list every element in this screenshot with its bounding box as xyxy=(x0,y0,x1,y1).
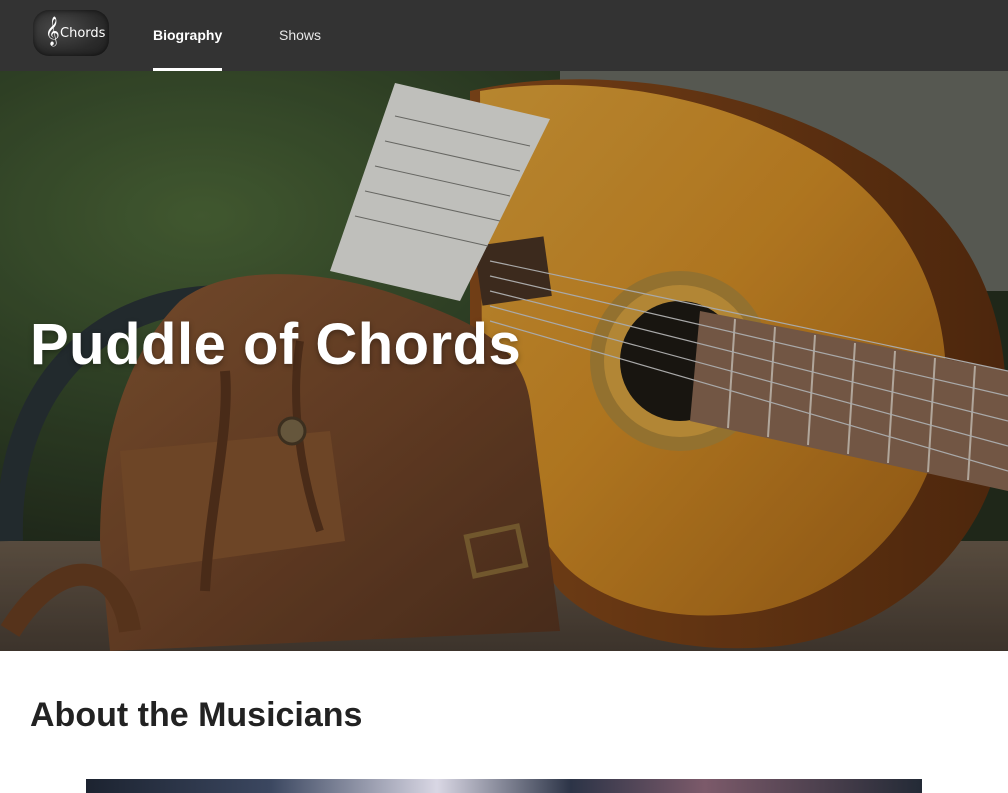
treble-clef-icon: 𝄞 xyxy=(45,16,60,45)
hero-banner: Puddle of Chords xyxy=(0,71,1008,651)
site-logo[interactable]: 𝄞 Chords xyxy=(33,10,109,56)
logo-text: Chords xyxy=(60,26,106,41)
about-section-title: About the Musicians xyxy=(30,696,363,734)
top-nav: 𝄞 Chords Biography Shows xyxy=(0,0,1008,71)
nav-link-shows[interactable]: Shows xyxy=(279,0,321,71)
hero-title: Puddle of Chords xyxy=(30,312,522,377)
musicians-photo xyxy=(86,779,922,793)
nav-link-biography[interactable]: Biography xyxy=(153,0,223,71)
